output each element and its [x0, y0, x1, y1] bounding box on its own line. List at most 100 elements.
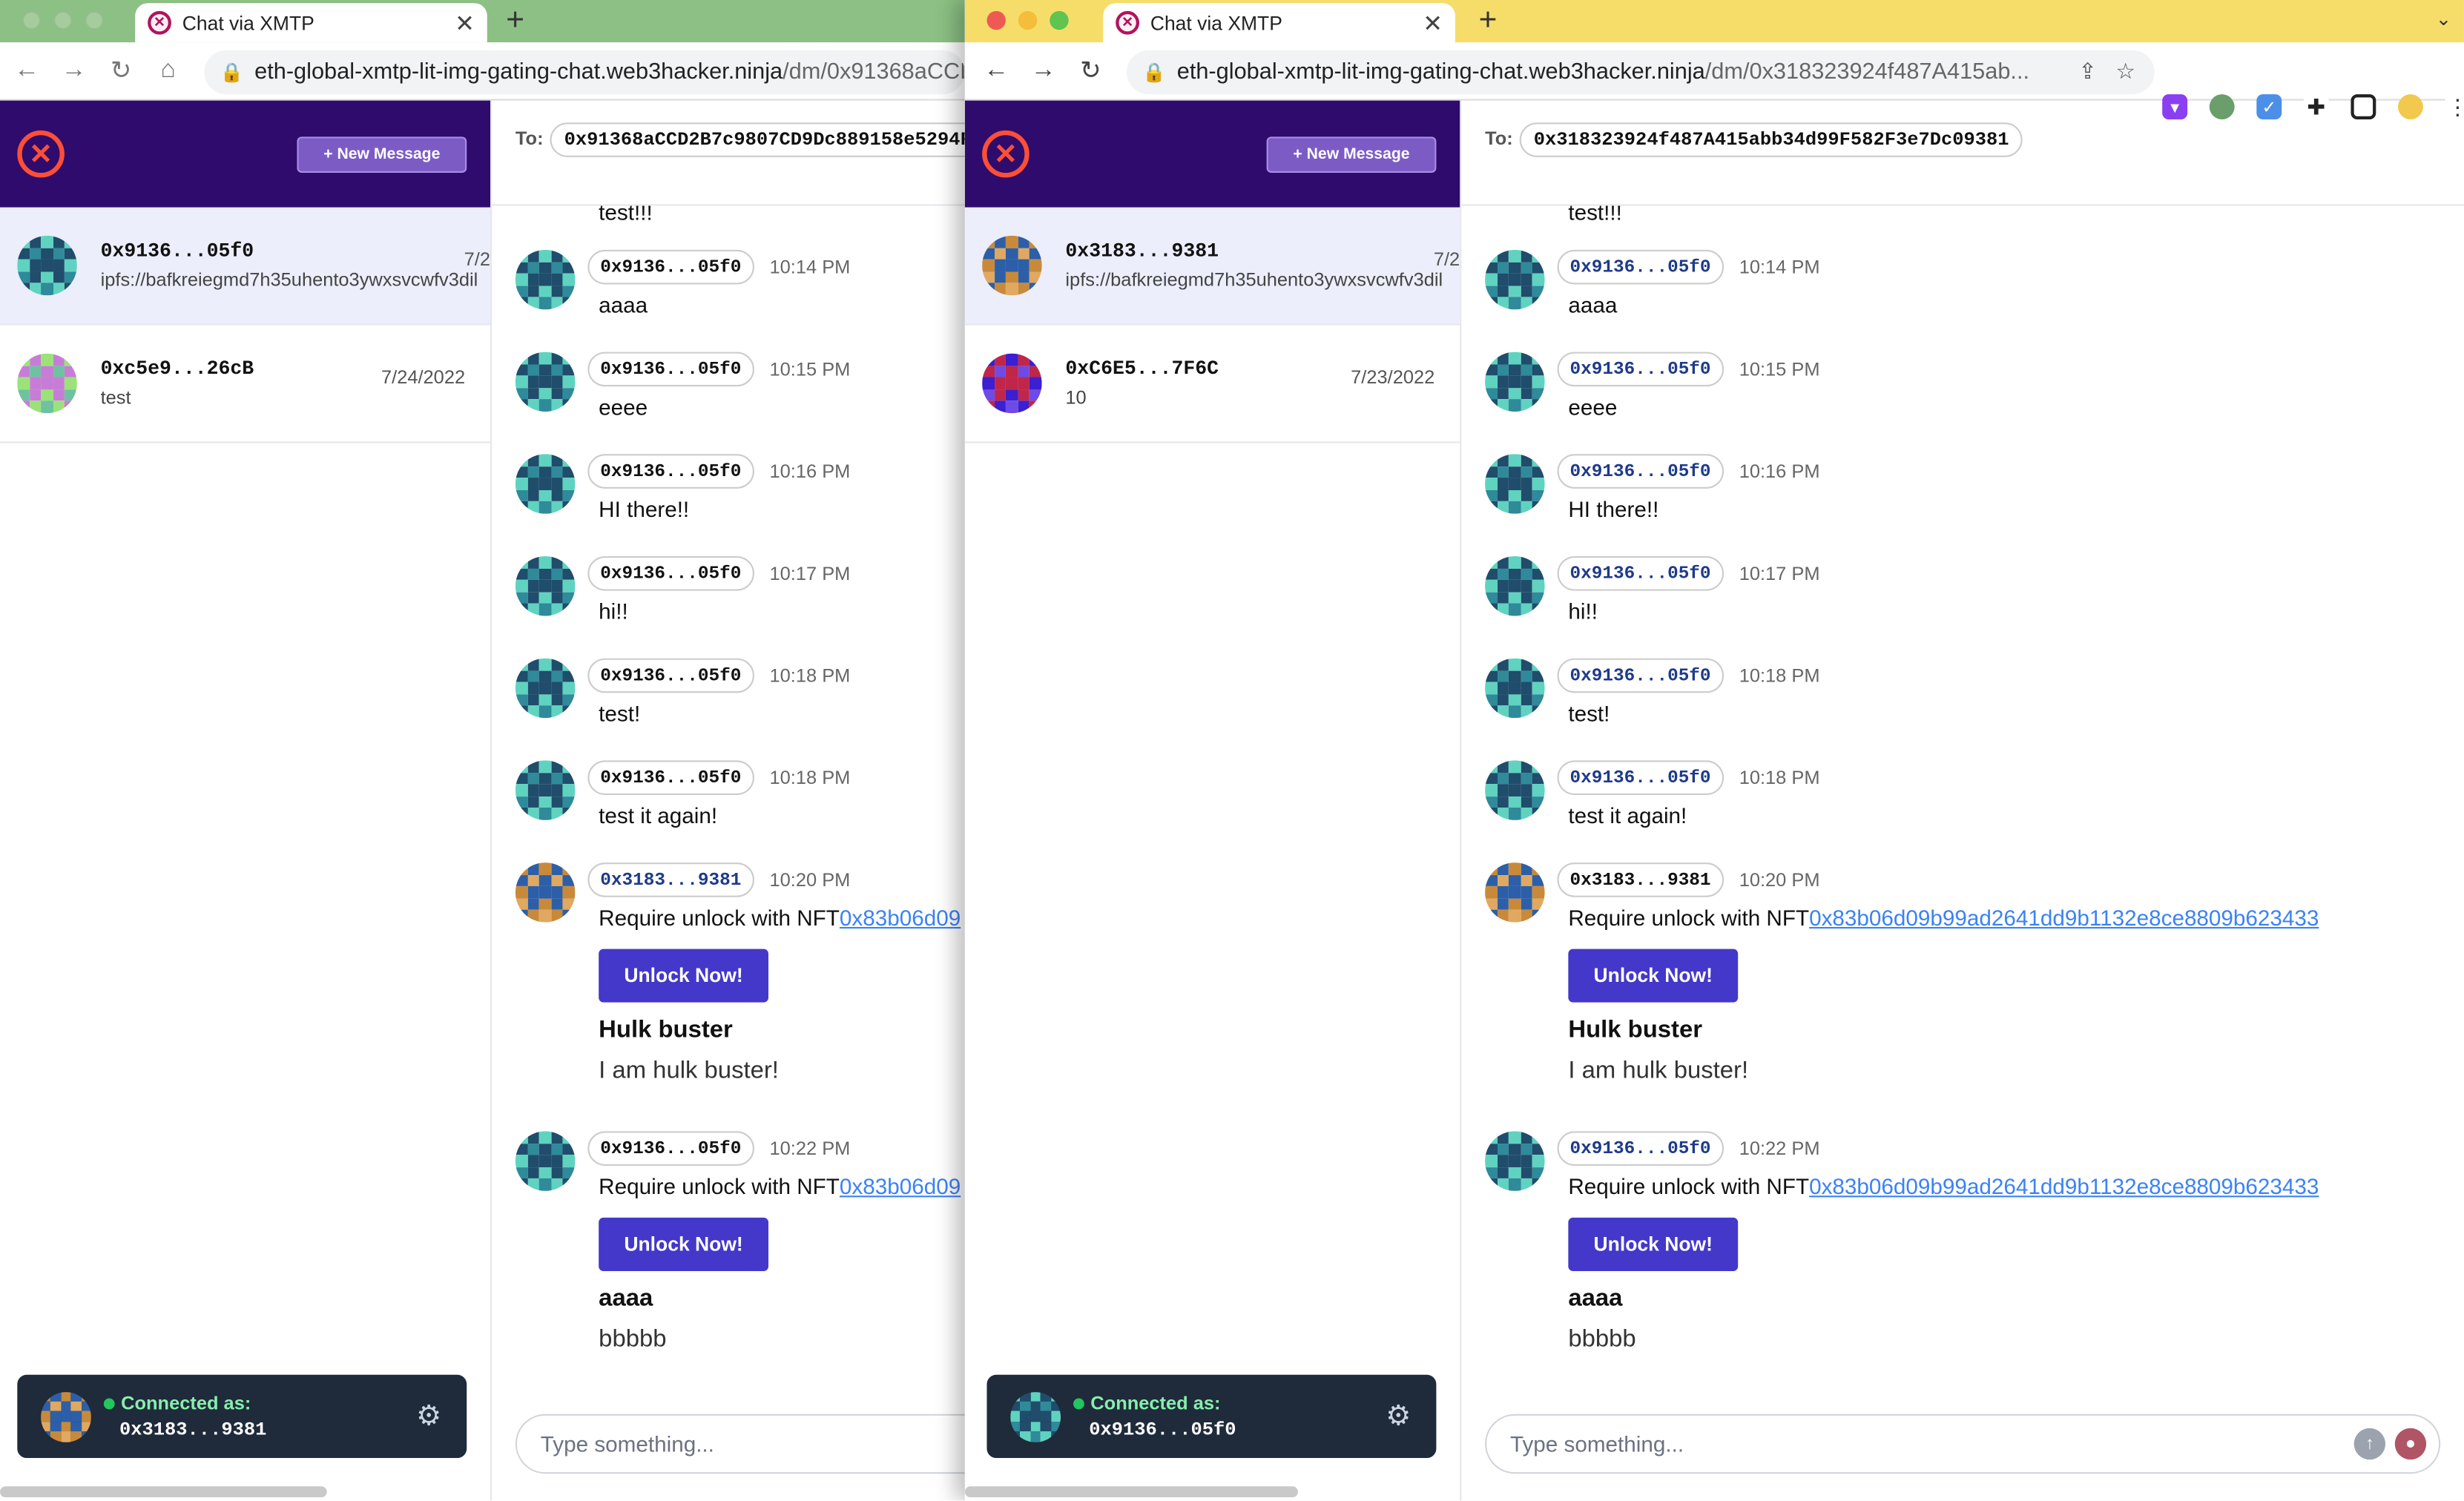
sender-address[interactable]: 0x9136...05f0	[587, 760, 754, 796]
sender-address[interactable]: 0x9136...05f0	[587, 658, 754, 693]
avatar	[41, 1391, 91, 1442]
sender-address[interactable]: 0x3183...9381	[1557, 862, 1724, 897]
avatar	[515, 352, 576, 412]
nft-contract-link[interactable]: 0x83b06d09b99ad2641dd9b1132e8ce8809b6234…	[1809, 905, 2319, 930]
nft-contract-link[interactable]: 0x83b06d09	[840, 1174, 961, 1199]
back-icon[interactable]: ←	[3, 56, 50, 85]
sender-address[interactable]: 0x9136...05f0	[1557, 249, 1724, 285]
unlock-now-button[interactable]: Unlock Now!	[599, 1217, 768, 1271]
message-body: Require unlock with NFT	[1568, 905, 1810, 931]
sender-address[interactable]: 0x3183...9381	[587, 862, 754, 897]
avatar	[1485, 249, 1545, 310]
message-text: Require unlock with NFT0x83b06d09	[599, 1174, 961, 1199]
sender-address[interactable]: 0x9136...05f0	[587, 249, 754, 285]
message-body: HI there!!	[1568, 496, 1659, 522]
tab-title: Chat via XMTP	[182, 11, 314, 34]
message-body: eeee	[599, 394, 648, 420]
recipient-address[interactable]: 0x91368aCCD2B7c9807CD9Dc889158e5294F416	[550, 122, 965, 157]
send-icon[interactable]: ↑	[2353, 1428, 2386, 1460]
avatar	[515, 454, 576, 514]
sidebar-header: ✕ + New Message	[0, 100, 491, 208]
message-body: Require unlock with NFT	[1568, 1173, 1810, 1199]
message-body: eeee	[1568, 394, 1618, 420]
avatar	[17, 235, 77, 296]
message-body: Require unlock with NFT	[599, 905, 840, 931]
unlocked-title: aaaa	[1568, 1285, 1623, 1313]
sender-address[interactable]: 0x9136...05f0	[587, 352, 754, 387]
recipient-address[interactable]: 0x318323924f487A415abb34d99F582F3e7Dc093…	[1519, 122, 2023, 157]
address-bar[interactable]: 🔒 eth-global-xmtp-lit-img-gating-chat.we…	[1127, 50, 2155, 95]
message-input[interactable]: Type something... ↑ ●	[1485, 1413, 2441, 1474]
unlock-now-button[interactable]: Unlock Now!	[1568, 1217, 1739, 1271]
new-tab-icon[interactable]: +	[506, 4, 524, 36]
recipient-header: To: 0x318323924f487A415abb34d99F582F3e7D…	[1461, 101, 2464, 206]
nft-contract-link[interactable]: 0x83b06d09b99ad2641dd9b1132e8ce8809b6234…	[1809, 1174, 2319, 1199]
home-icon[interactable]: ⌂	[145, 56, 192, 85]
message-body: test!	[1568, 700, 1610, 726]
gear-icon[interactable]: ⚙	[416, 1400, 441, 1433]
recipient-header: To: 0x91368aCCD2B7c9807CD9Dc889158e5294F…	[492, 101, 965, 206]
minimize-window-button[interactable]	[53, 10, 73, 30]
conversation-item[interactable]: 0x9136...05f0 ipfs://bafkreiegmd7h35uhent…	[0, 207, 491, 326]
message-time: 10:17 PM	[769, 562, 851, 585]
message-text: aaaa	[599, 292, 648, 317]
sender-address[interactable]: 0x9136...05f0	[1557, 454, 1724, 489]
message-body: aaaa	[599, 292, 648, 317]
close-window-button[interactable]	[986, 10, 1006, 30]
connected-label: Connected as:	[1090, 1392, 1221, 1414]
tab-close-icon[interactable]: ✕	[455, 9, 475, 37]
star-icon[interactable]: ☆	[2116, 58, 2136, 85]
status-dot-icon	[103, 1397, 115, 1409]
lock-icon: 🔒	[220, 61, 244, 84]
conversation-date: 7/23/2022	[1351, 366, 1435, 389]
close-window-button[interactable]	[22, 10, 42, 30]
sender-address[interactable]: 0x9136...05f0	[1557, 760, 1724, 796]
connected-account-panel: Connected as: 0x3183...9381 ⚙	[17, 1374, 467, 1459]
conversation-item[interactable]: 0x3183...9381 ipfs://bafkreiegmd7h35uhent…	[964, 207, 1460, 326]
new-message-button[interactable]: + New Message	[297, 136, 467, 174]
browser-tab[interactable]: ✕ Chat via XMTP ✕	[1103, 3, 1455, 43]
message-text: test it again!	[1568, 803, 1687, 828]
gear-icon[interactable]: ⚙	[1386, 1400, 1411, 1433]
sender-address[interactable]: 0x9136...05f0	[587, 1131, 754, 1167]
to-label: To:	[1485, 127, 1513, 150]
reload-icon[interactable]: ↻	[97, 55, 145, 86]
sender-address[interactable]: 0x9136...05f0	[1557, 658, 1724, 693]
maximize-window-button[interactable]	[85, 10, 104, 30]
sender-address[interactable]: 0x9136...05f0	[1557, 352, 1724, 387]
sender-address[interactable]: 0x9136...05f0	[587, 555, 754, 591]
address-bar[interactable]: 🔒 eth-global-xmtp-lit-img-gating-chat.we…	[204, 50, 965, 95]
xmtp-logo-icon[interactable]: ✕	[982, 130, 1030, 178]
horizontal-scrollbar[interactable]	[0, 1486, 327, 1498]
xmtp-logo-icon[interactable]: ✕	[17, 130, 65, 178]
sender-address[interactable]: 0x9136...05f0	[587, 454, 754, 489]
back-icon[interactable]: ←	[972, 56, 1020, 85]
avatar	[515, 862, 576, 923]
window-controls	[22, 10, 104, 30]
conversation-item[interactable]: 0xC6E5...7F6C 10 7/23/2022	[964, 326, 1460, 443]
chevron-down-icon[interactable]: ⌄	[2436, 8, 2451, 30]
browser-toolbar: ← → ↻ 🔒 eth-global-xmtp-lit-img-gating-c…	[964, 42, 2464, 120]
nft-contract-link[interactable]: 0x83b06d09	[840, 905, 961, 930]
avatar	[515, 555, 576, 616]
attach-image-icon[interactable]: ●	[2394, 1428, 2427, 1460]
forward-icon[interactable]: →	[1020, 56, 1067, 85]
new-message-button[interactable]: + New Message	[1266, 136, 1437, 174]
message-input[interactable]: Type something...	[515, 1413, 965, 1474]
horizontal-scrollbar[interactable]	[964, 1486, 1298, 1498]
message-text: Require unlock with NFT0x83b06d09b99ad26…	[1568, 1174, 2319, 1199]
unlock-now-button[interactable]: Unlock Now!	[599, 949, 768, 1003]
conversation-item[interactable]: 0xc5e9...26cB test 7/24/2022	[0, 326, 491, 443]
message-time: 10:16 PM	[769, 460, 851, 483]
sender-address[interactable]: 0x9136...05f0	[1557, 555, 1724, 591]
unlock-now-button[interactable]: Unlock Now!	[1568, 949, 1739, 1003]
minimize-window-button[interactable]	[1018, 10, 1038, 30]
reload-icon[interactable]: ↻	[1067, 55, 1115, 86]
tab-close-icon[interactable]: ✕	[1423, 9, 1443, 37]
share-icon[interactable]: ⇪	[2078, 58, 2097, 85]
maximize-window-button[interactable]	[1050, 10, 1069, 30]
forward-icon[interactable]: →	[50, 56, 98, 85]
sender-address[interactable]: 0x9136...05f0	[1557, 1131, 1724, 1167]
new-tab-icon[interactable]: +	[1479, 4, 1498, 36]
browser-tab[interactable]: ✕ Chat via XMTP ✕	[135, 3, 487, 43]
